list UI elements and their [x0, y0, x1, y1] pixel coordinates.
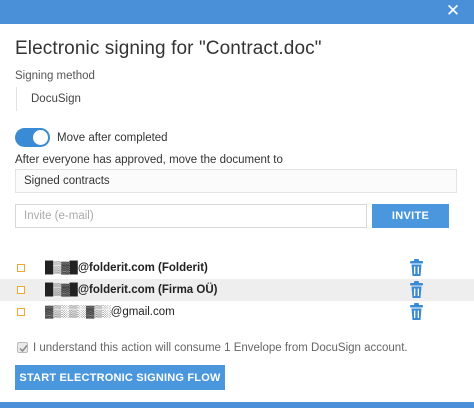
move-after-label: Move after completed [57, 132, 168, 144]
recipient-row: █▒▓█@folderit.com (Folderit) [0, 257, 474, 279]
consent-label: I understand this action will consume 1 … [33, 342, 408, 354]
dialog-title: Electronic signing for "Contract.doc" [15, 38, 322, 59]
dialog-header-bar: ✕ [0, 0, 474, 24]
signing-method-label: Signing method [15, 70, 95, 82]
start-signing-button[interactable]: START ELECTRONIC SIGNING FLOW [15, 365, 225, 390]
invite-email-input[interactable] [15, 204, 367, 228]
invite-button[interactable]: INVITE [372, 204, 449, 228]
close-icon[interactable]: ✕ [444, 2, 462, 20]
dialog-footer-bar [0, 402, 474, 408]
recipient-row: ▓▒░▒░▓▒░@gmail.com [0, 301, 474, 323]
recipient-checkbox[interactable] [17, 264, 25, 272]
destination-label: After everyone has approved, move the do… [15, 154, 283, 166]
recipient-checkbox[interactable] [17, 308, 25, 316]
destination-folder-field[interactable]: Signed contracts [15, 169, 457, 193]
signing-method-value: DocuSign [31, 93, 81, 105]
checkmark-icon [19, 345, 28, 353]
recipient-email: █▒▓█@folderit.com (Folderit) [45, 262, 208, 274]
toggle-knob [33, 130, 48, 145]
recipient-email: ▓▒░▒░▓▒░@gmail.com [45, 306, 175, 318]
recipient-list: █▒▓█@folderit.com (Folderit) █▒▓█@folder… [0, 257, 474, 323]
trash-icon[interactable] [409, 259, 424, 277]
recipient-email: █▒▓█@folderit.com (Firma OÜ) [45, 284, 218, 296]
recipient-checkbox[interactable] [17, 286, 25, 294]
trash-icon[interactable] [409, 303, 424, 321]
move-after-toggle[interactable] [15, 128, 50, 147]
consent-checkbox[interactable] [17, 342, 28, 353]
trash-icon[interactable] [409, 281, 424, 299]
recipient-row: █▒▓█@folderit.com (Firma OÜ) [0, 279, 474, 301]
